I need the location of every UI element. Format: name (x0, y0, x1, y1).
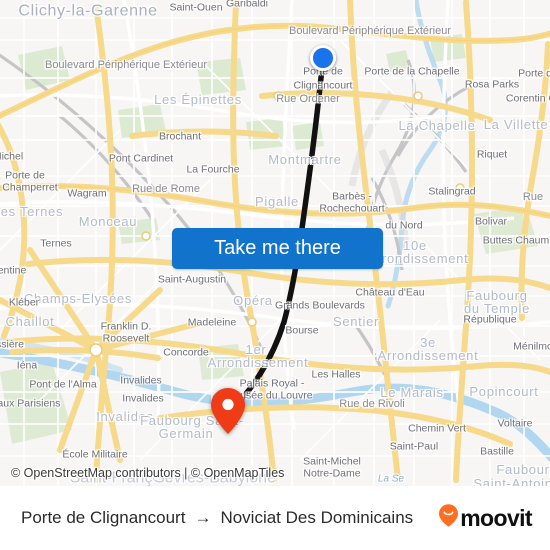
route-origin-label: Porte de Clignancourt (21, 508, 186, 527)
moovit-wordmark: moovit (460, 504, 532, 531)
route-summary: Porte de Clignancourt → Noviciat Des Dom… (21, 508, 413, 528)
destination-marker[interactable] (211, 388, 245, 434)
moovit-logo[interactable]: moovit (439, 504, 533, 532)
arrow-right-icon: → (194, 508, 212, 527)
footer-bar: Porte de Clignancourt → Noviciat Des Dom… (0, 486, 550, 550)
route-destination-label: Noviciat Des Dominicains (220, 508, 414, 527)
map-canvas[interactable]: Clichy-la-Garenne Saint-Ouen Garibaldi Boul… (0, 0, 550, 486)
map-attribution[interactable]: © OpenStreetMap contributors | © OpenMap… (11, 466, 284, 480)
origin-marker[interactable] (310, 45, 336, 71)
moovit-pin-icon (439, 504, 459, 532)
app-root: Clichy-la-Garenne Saint-Ouen Garibaldi Boul… (0, 0, 550, 550)
take-me-there-button[interactable]: Take me there (172, 228, 383, 269)
